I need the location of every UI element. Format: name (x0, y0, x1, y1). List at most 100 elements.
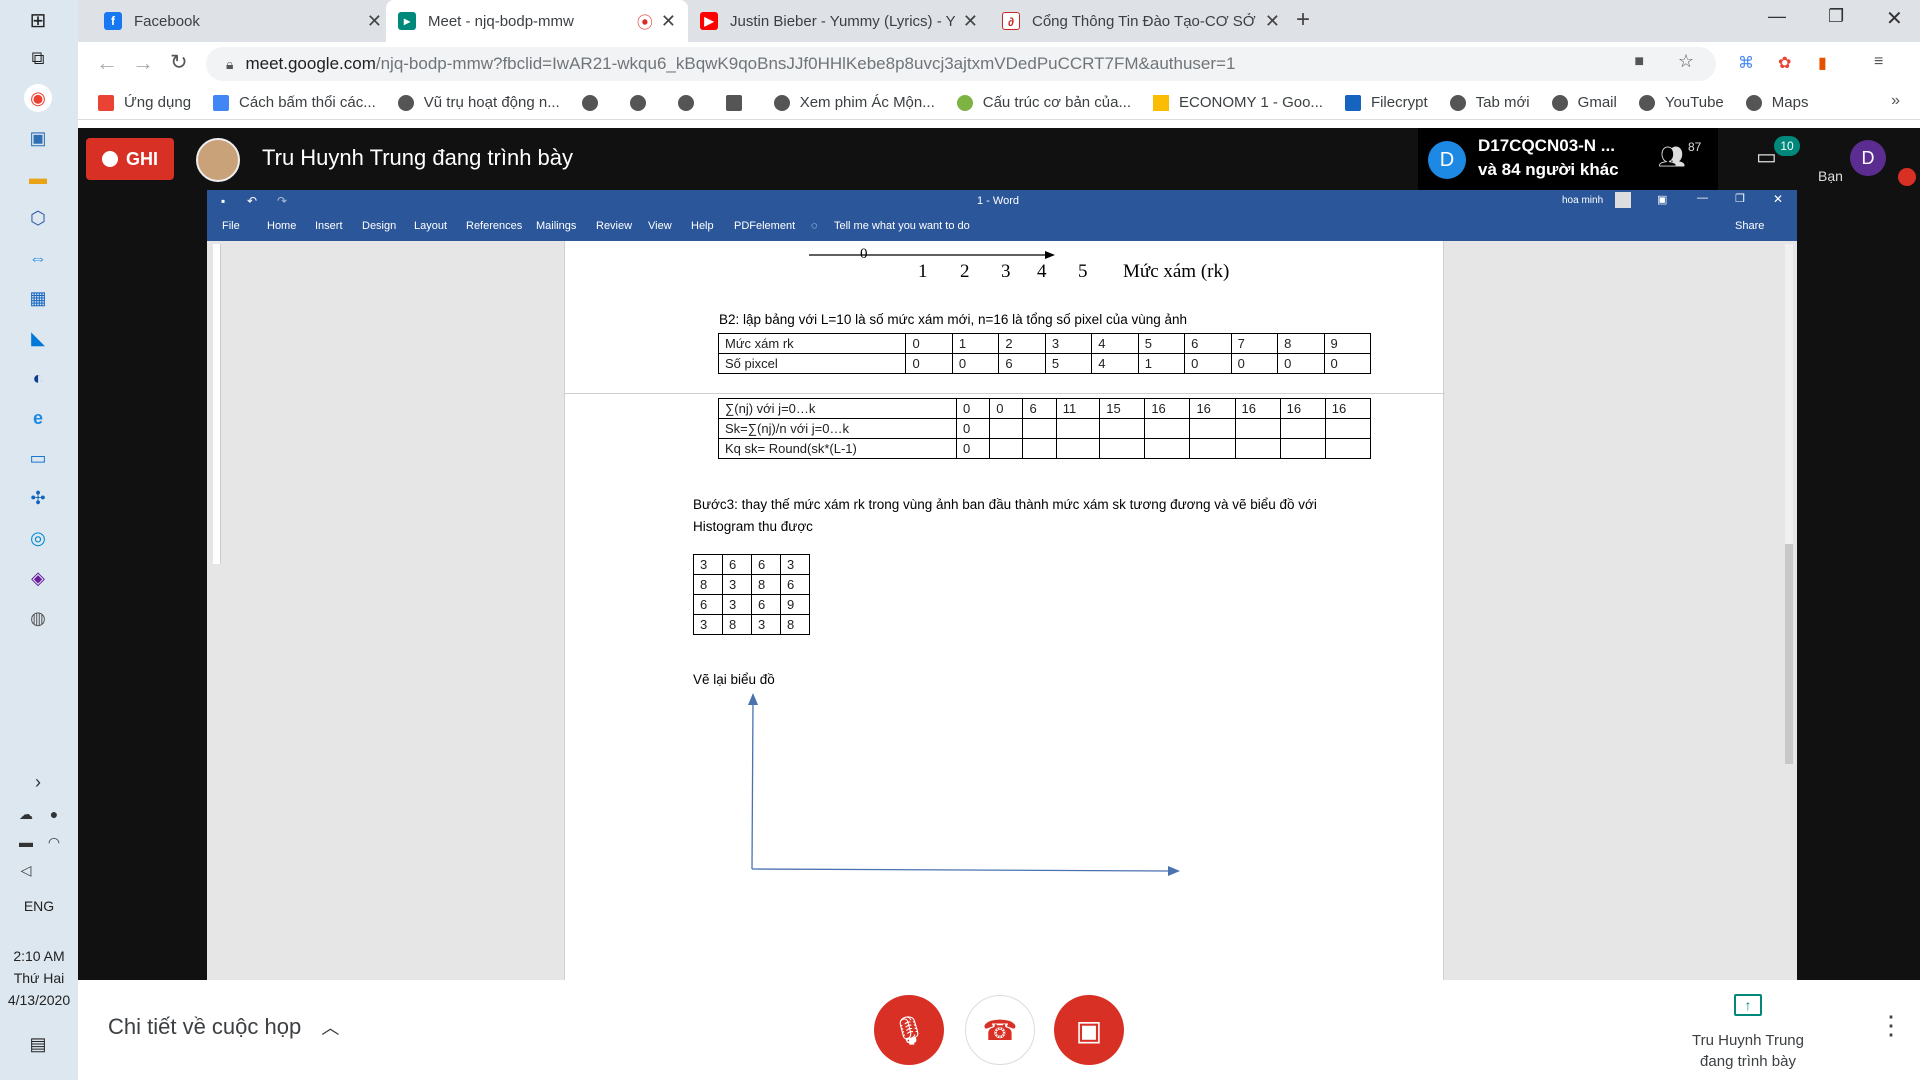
chevron-right-icon[interactable]: › (24, 768, 52, 796)
menu-design[interactable]: Design (362, 220, 396, 232)
close-icon[interactable]: ✕ (963, 11, 978, 32)
bookmark-item[interactable] (725, 94, 752, 111)
share-button[interactable]: Share (1735, 220, 1764, 232)
redo-icon[interactable]: ↷ (277, 194, 287, 208)
windows-start-icon[interactable]: ⊞ (24, 6, 52, 34)
app-circle-icon[interactable]: ◍ (24, 604, 52, 632)
menu-insert[interactable]: Insert (315, 220, 343, 232)
save-icon[interactable]: ▪ (221, 194, 225, 208)
speaker-icon[interactable]: ◁ (12, 856, 40, 884)
more-options-icon[interactable]: ⋮ (1878, 1010, 1904, 1041)
menu-pdfelement[interactable]: PDFelement (734, 220, 795, 232)
meeting-details-button[interactable]: Chi tiết về cuộc họp ︿ (108, 1014, 339, 1040)
colorpicker-icon[interactable]: ✿ (1778, 53, 1791, 73)
bookmark-item[interactable] (677, 94, 704, 111)
close-icon[interactable]: ✕ (661, 11, 676, 32)
bookmark-item[interactable]: Tab mới (1449, 94, 1530, 111)
tab-youtube[interactable]: ▶ Justin Bieber - Yummy (Lyrics) - Y ✕ (688, 0, 990, 42)
bookmark-item[interactable]: Cấu trúc cơ bản của... (956, 94, 1131, 111)
wifi-icon[interactable]: ◠ (44, 828, 64, 856)
restore-icon[interactable]: ❐ (1828, 6, 1844, 27)
table-row: 3663 (693, 554, 810, 575)
bookmark-item[interactable]: YouTube (1638, 94, 1724, 111)
participants-icon[interactable]: 👥︎ (1658, 144, 1686, 170)
network-app-icon[interactable]: ▣ (24, 124, 52, 152)
camera-blocked-icon[interactable]: ■ (1634, 53, 1644, 71)
scrollbar-thumb[interactable] (1785, 544, 1793, 764)
translate-icon[interactable]: ⌘ (1738, 53, 1754, 73)
close-window-icon[interactable]: ✕ (1886, 6, 1903, 31)
app-icon[interactable]: ◐ (24, 364, 52, 392)
browser-icon[interactable]: ◎ (24, 524, 52, 552)
ribbon-display-icon[interactable]: ▣ (1657, 193, 1667, 206)
bookmark-star-icon[interactable]: ☆ (1678, 51, 1694, 72)
vscode-icon[interactable]: ◣ (24, 324, 52, 352)
vertical-ruler[interactable] (213, 244, 221, 564)
word-user[interactable]: hoa minh (1562, 195, 1603, 206)
menu-layout[interactable]: Layout (414, 220, 447, 232)
network-tool-icon[interactable]: ✣ (24, 484, 52, 512)
bookmark-item[interactable] (629, 94, 656, 111)
menu-review[interactable]: Review (596, 220, 632, 232)
chrome-icon[interactable]: ◉ (24, 84, 52, 112)
menu-view[interactable]: View (648, 220, 672, 232)
edge-icon[interactable]: e (24, 404, 52, 432)
menu-help[interactable]: Help (691, 220, 714, 232)
office-icon[interactable]: ▮ (1818, 53, 1827, 73)
vertical-scrollbar[interactable] (1785, 244, 1793, 764)
photos-icon[interactable]: ▦ (24, 284, 52, 312)
minimize-icon[interactable]: — (1768, 6, 1786, 27)
tab-portal[interactable]: ∂ Cổng Thông Tin Đào Tạo-CƠ SỞ ✕ (990, 0, 1292, 42)
record-button[interactable]: GHI (86, 138, 174, 180)
language-indicator[interactable]: ENG (0, 898, 78, 914)
reload-icon[interactable]: ↻ (170, 50, 188, 75)
table-row: Mức xám rk 0 1 2 3 4 5 6 7 8 9 (717, 333, 1372, 354)
bookmark-item[interactable]: Maps (1745, 94, 1808, 111)
close-icon[interactable]: ✕ (1265, 11, 1280, 32)
tell-me-field[interactable]: Tell me what you want to do (834, 220, 970, 232)
mic-off-button[interactable]: 🎙︎ (874, 995, 944, 1065)
bookmark-item[interactable]: Gmail (1551, 94, 1617, 111)
media-control-icon[interactable]: ≡ (1874, 53, 1883, 71)
undo-icon[interactable]: ↶ (247, 194, 257, 208)
menu-references[interactable]: References (466, 220, 522, 232)
visual-studio-icon[interactable]: ◈ (24, 564, 52, 592)
laptop-app-icon[interactable]: ▭ (24, 444, 52, 472)
battery-icon[interactable]: ▬ (12, 828, 40, 856)
bookmark-item[interactable]: Cách bấm thổi các... (213, 94, 376, 111)
present-screen-icon[interactable]: ↑ (1734, 994, 1762, 1016)
more-bookmarks-icon[interactable]: » (1891, 92, 1900, 110)
notification-icon[interactable]: ▤ (24, 1030, 52, 1058)
bookmark-item[interactable]: Vũ trụ hoạt động n... (397, 94, 560, 111)
clock[interactable]: 2:10 AM Thứ Hai 4/13/2020 (0, 945, 78, 1011)
close-icon[interactable]: ✕ (367, 11, 382, 32)
bookmark-item[interactable] (581, 94, 608, 111)
onedrive-icon[interactable]: ☁ (12, 800, 40, 828)
bookmark-item[interactable]: ECONOMY 1 - Goo... (1153, 94, 1323, 111)
tab-facebook[interactable]: f Facebook ✕ (92, 0, 394, 42)
word-close-icon[interactable]: ✕ (1773, 192, 1783, 206)
axis-tick: 5 (1078, 261, 1088, 282)
virtualbox-icon[interactable]: ⬡ (24, 204, 52, 232)
hang-up-button[interactable]: ☎︎ (965, 995, 1035, 1065)
file-explorer-icon[interactable]: ▬ (24, 164, 52, 192)
menu-file[interactable]: File (222, 220, 240, 232)
word-restore-icon[interactable]: ❐ (1735, 192, 1745, 205)
new-tab-icon[interactable]: + (1296, 6, 1310, 34)
bookmark-item[interactable]: Filecrypt (1344, 94, 1428, 111)
teamviewer-icon[interactable]: ⇔ (24, 244, 52, 272)
camera-off-button[interactable]: ▣ (1054, 995, 1124, 1065)
bookmark-item[interactable]: Xem phim Ác Mộn... (773, 94, 935, 111)
word-minimize-icon[interactable]: — (1697, 192, 1708, 204)
forward-icon[interactable]: → (132, 50, 154, 76)
menu-mailings[interactable]: Mailings (536, 220, 576, 232)
bookmark-apps[interactable]: Ứng dụng (98, 94, 191, 111)
menu-home[interactable]: Home (267, 220, 296, 232)
microphone-icon[interactable]: ● (44, 800, 64, 828)
presenting-status[interactable]: Tru Huynh Trung đang trình bày (1668, 1030, 1828, 1072)
task-view-icon[interactable]: ⧉ (24, 44, 52, 72)
url-field[interactable]: 🔒︎ meet.google.com/njq-bodp-mmw?fbclid=I… (206, 47, 1716, 81)
back-icon[interactable]: ← (96, 50, 118, 76)
tab-meet[interactable]: ▸ Meet - njq-bodp-mmw ⦿ ✕ (386, 0, 688, 42)
table-cell: 8 (722, 614, 752, 635)
